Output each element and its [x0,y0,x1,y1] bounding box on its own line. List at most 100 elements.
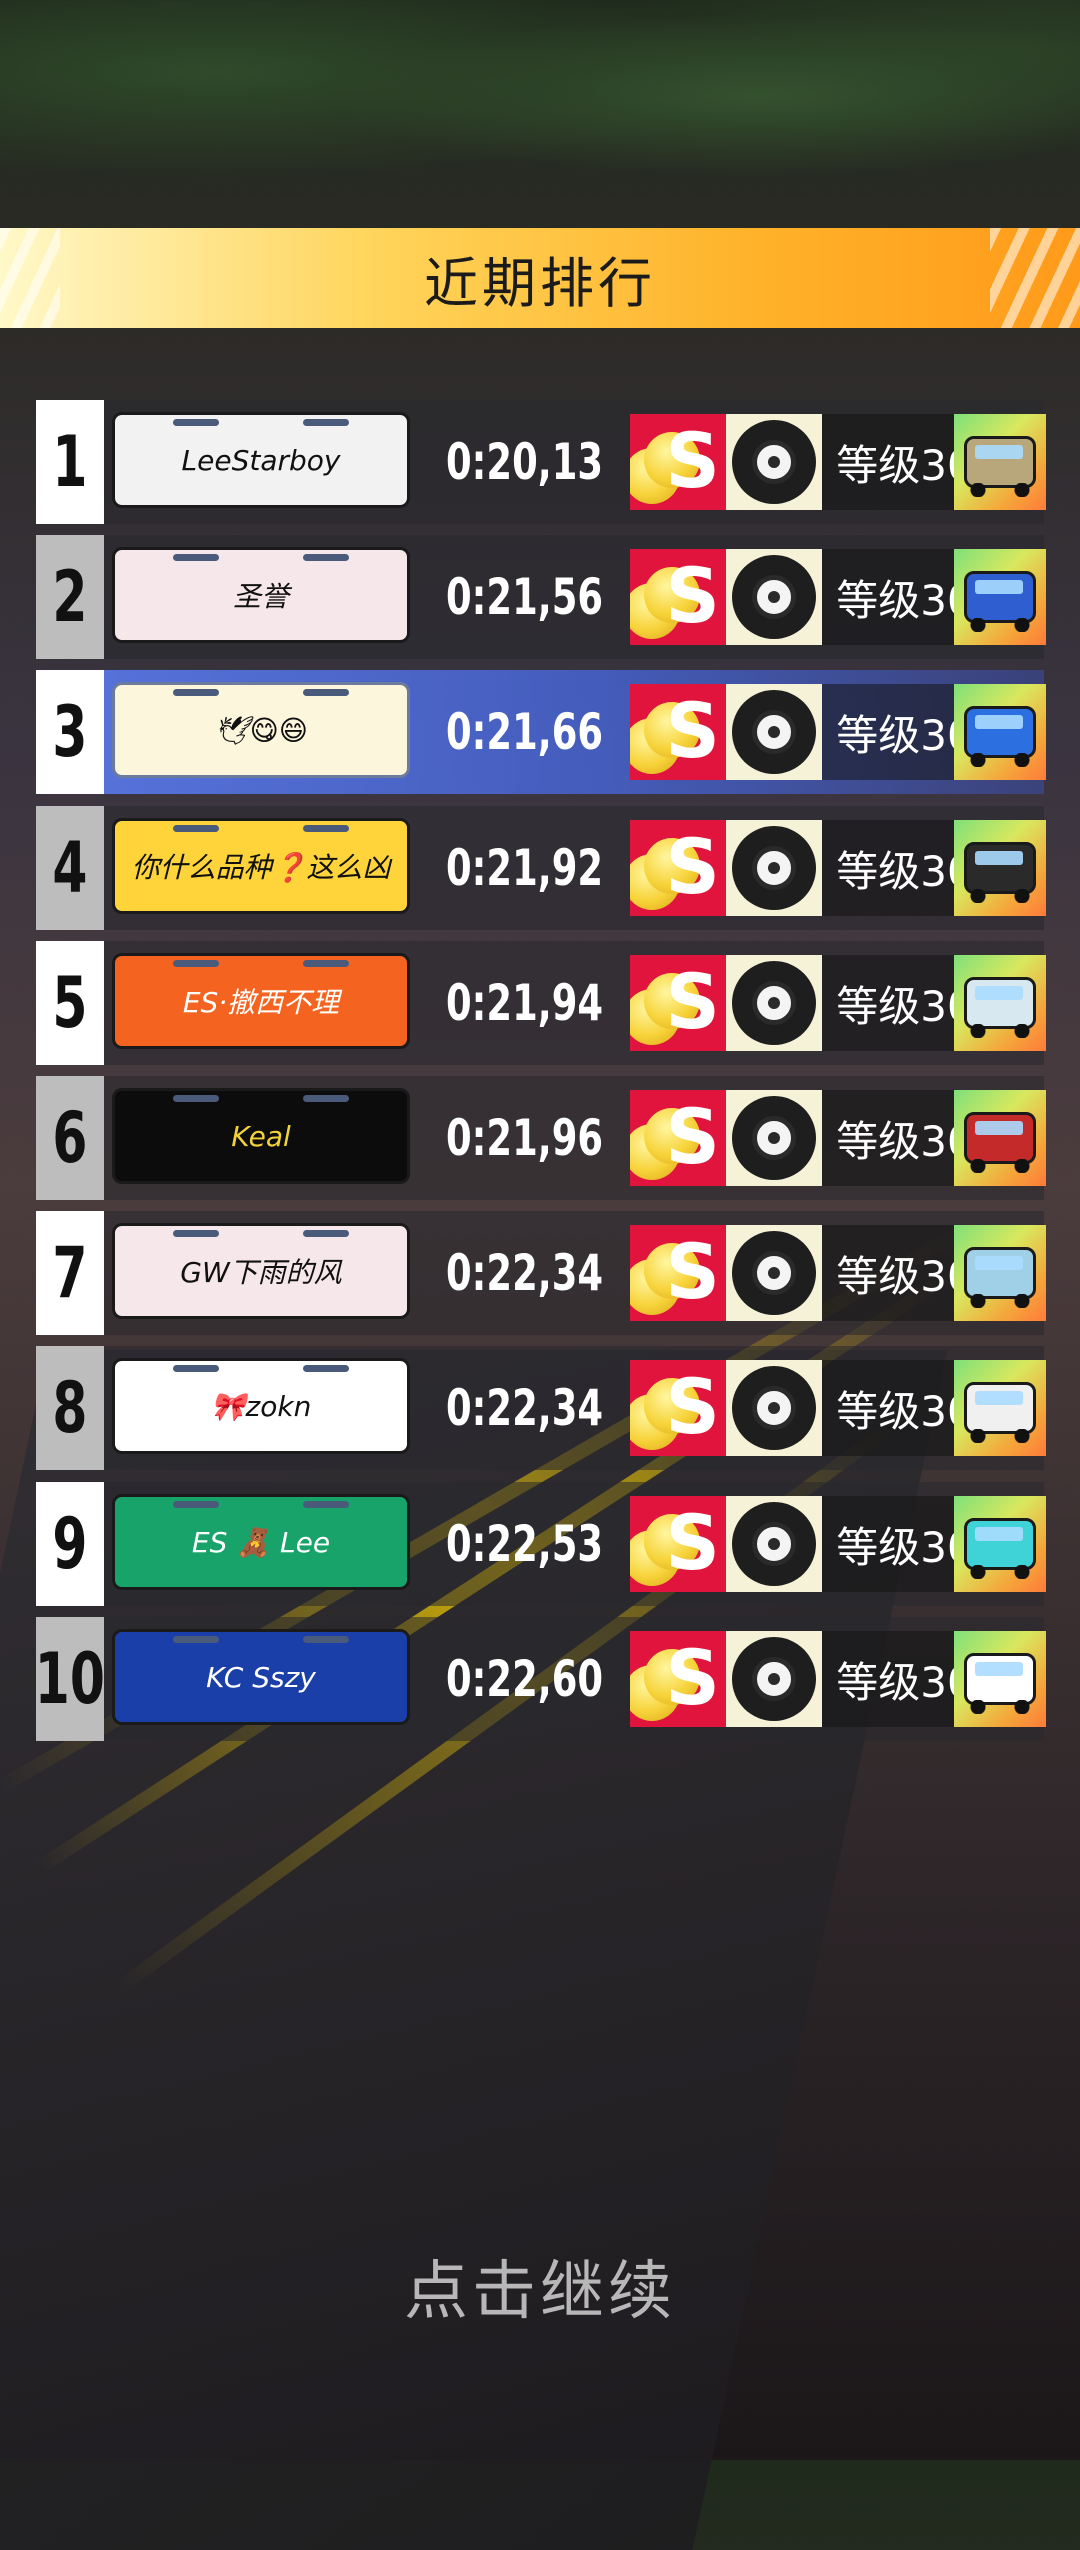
rank-number: 2 [52,556,88,638]
rank-cell: 3 [36,670,104,794]
rank-number: 4 [52,827,88,909]
grade-badge-icon: S [630,684,726,780]
leaderboard-row[interactable]: 5 ES·撤西不理 0:21,94 S 等级30 [36,941,1046,1065]
license-plate: KC Sszy [112,1629,410,1725]
rank-number: 5 [52,962,88,1044]
tire-icon [726,684,822,780]
license-plate: 圣誉 [112,547,410,643]
race-time: 0:21,94 [446,974,604,1032]
car-icon [954,1360,1046,1456]
grade-badge-icon: S [630,1225,726,1321]
rank-number: 8 [52,1367,88,1449]
player-name: 圣誉 [232,580,289,613]
player-name: 你什么品种❓这么凶 [131,851,391,884]
grade-letter: S [665,1362,720,1451]
license-plate: ES·撤西不理 [112,953,410,1049]
tire-icon [726,1496,822,1592]
tire-icon [726,1090,822,1186]
rank-cell: 9 [36,1482,104,1606]
license-plate: 你什么品种❓这么凶 [112,818,410,914]
race-time: 0:22,34 [446,1244,604,1302]
player-name: ES·撤西不理 [182,986,340,1019]
recent-ranking-header: 近期排行 [0,228,1080,328]
leaderboard-row[interactable]: 6 Keal 0:21,96 S 等级30 [36,1076,1046,1200]
race-time: 0:22,34 [446,1379,604,1437]
race-time: 0:21,96 [446,1109,604,1167]
leaderboard-row[interactable]: 8 🎀zokn 0:22,34 S 等级30 [36,1346,1046,1470]
license-plate: 🕊😋😄 [112,682,410,778]
rank-cell: 8 [36,1346,104,1470]
player-name: LeeStarboy [181,443,341,477]
tire-icon [726,549,822,645]
player-name: 🎀zokn [210,1389,312,1423]
rank-cell: 7 [36,1211,104,1335]
car-icon [954,820,1046,916]
leaderboard-row[interactable]: 1 LeeStarboy 0:20,13 S 等级30 [36,400,1046,524]
rank-cell: 4 [36,806,104,930]
race-time: 0:21,66 [446,703,604,761]
leaderboard-row[interactable]: 9 ES 🧸 Lee 0:22,53 S 等级30 [36,1482,1046,1606]
grade-badge-icon: S [630,1360,726,1456]
grade-badge-icon: S [630,1496,726,1592]
rank-cell: 10 [34,1617,106,1741]
leaderboard-row[interactable]: 7 GW下雨的风 0:22,34 S 等级30 [36,1211,1046,1335]
grade-badge-icon: S [630,820,726,916]
background-jungle [0,0,1080,240]
license-plate: ES 🧸 Lee [112,1494,410,1590]
player-name: Keal [231,1119,291,1153]
license-plate: Keal [112,1088,410,1184]
rank-cell: 6 [36,1076,104,1200]
page-title: 近期排行 [424,251,656,315]
tire-icon [726,414,822,510]
car-icon [954,684,1046,780]
car-icon [954,549,1046,645]
race-time: 0:21,56 [446,568,604,626]
license-plate: 🎀zokn [112,1358,410,1454]
grade-letter: S [665,1633,720,1722]
car-icon [954,1225,1046,1321]
license-plate: GW下雨的风 [112,1223,410,1319]
rank-number: 3 [52,691,88,773]
car-icon [954,1631,1046,1727]
player-name: GW下雨的风 [180,1256,342,1289]
grade-letter: S [665,551,720,640]
tire-icon [726,1225,822,1321]
player-name: ES 🧸 Lee [191,1525,331,1559]
leaderboard-row[interactable]: 2 圣誉 0:21,56 S 等级30 [36,535,1046,659]
grade-badge-icon: S [630,955,726,1051]
rank-number: 1 [52,421,88,503]
player-name: KC Sszy [206,1660,316,1694]
grade-letter: S [665,1498,720,1587]
car-icon [954,1496,1046,1592]
leaderboard-row[interactable]: 3 🕊😋😄 0:21,66 S 等级30 [36,670,1046,794]
grade-badge-icon: S [630,1631,726,1727]
rank-number: 9 [52,1503,88,1585]
car-icon [954,414,1046,510]
rank-number: 6 [52,1097,88,1179]
race-time: 0:22,60 [446,1650,604,1708]
rank-number: 10 [34,1638,106,1720]
grade-letter: S [665,957,720,1046]
leaderboard-row[interactable]: 10 KC Sszy 0:22,60 S 等级30 [34,1617,1046,1741]
grade-badge-icon: S [630,1090,726,1186]
race-time: 0:22,53 [446,1515,604,1573]
rank-number: 7 [52,1232,88,1314]
tire-icon [726,820,822,916]
grade-letter: S [665,1227,720,1316]
tire-icon [726,1631,822,1727]
license-plate: LeeStarboy [112,412,410,508]
race-time: 0:21,92 [446,839,604,897]
grade-badge-icon: S [630,414,726,510]
tap-to-continue[interactable]: 点击继续 [0,2240,1080,2332]
grade-letter: S [665,686,720,775]
tire-icon [726,955,822,1051]
tire-icon [726,1360,822,1456]
leaderboard-row[interactable]: 4 你什么品种❓这么凶 0:21,92 S 等级30 [36,806,1046,930]
grade-letter: S [665,1092,720,1181]
race-time: 0:20,13 [446,433,604,491]
grade-letter: S [665,416,720,505]
rank-cell: 5 [36,941,104,1065]
player-name: 🕊😋😄 [214,713,308,747]
car-icon [954,955,1046,1051]
grade-badge-icon: S [630,549,726,645]
